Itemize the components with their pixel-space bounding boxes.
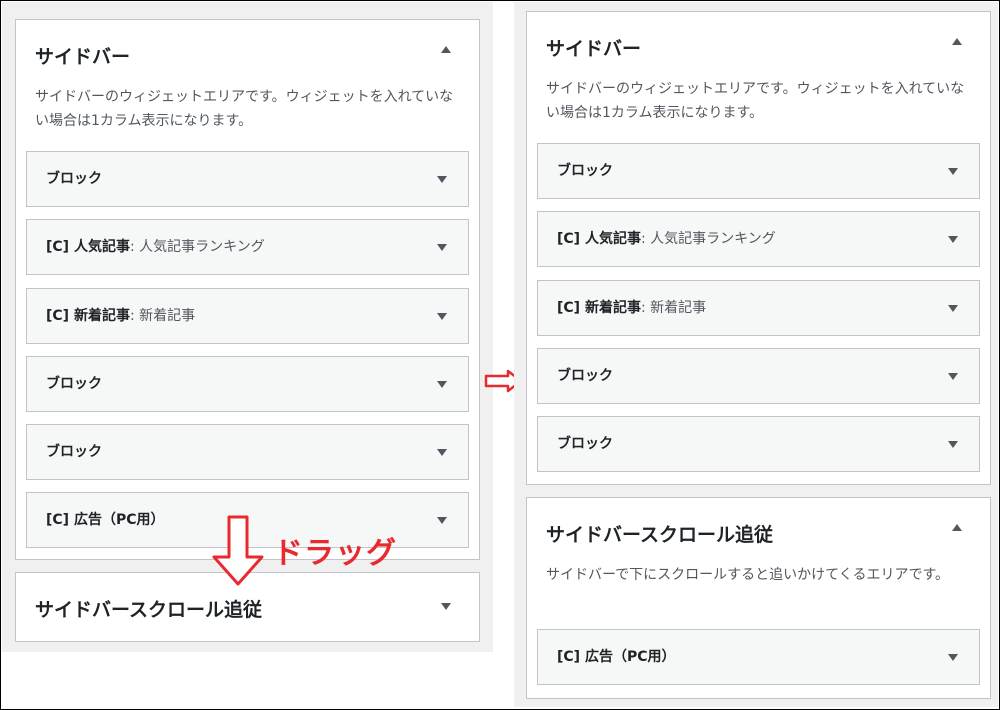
- scroll-follow-area-title[interactable]: サイドバースクロール追従: [35, 595, 262, 622]
- expand-icon[interactable]: [437, 313, 447, 320]
- expand-icon[interactable]: [437, 244, 447, 251]
- collapse-icon[interactable]: [952, 38, 962, 45]
- widget-title: [C] 新着記事: [557, 300, 641, 316]
- sidebar-area-description: サイドバーのウィジェットエリアです。ウィジェットを入れていない場合は1カラム表示…: [35, 89, 454, 129]
- sidebar-area-title[interactable]: サイドバー: [546, 34, 641, 61]
- widget-subtitle: : 新着記事: [129, 308, 196, 324]
- widget-subtitle: : 人気記事ランキング: [640, 231, 776, 247]
- sidebar-area: サイドバー サイドバーのウィジェットエリアです。ウィジェットを入れていない場合は…: [15, 19, 480, 560]
- widget-item[interactable]: [C] 新着記事: 新着記事: [537, 280, 980, 336]
- sidebar-area-title[interactable]: サイドバー: [35, 42, 130, 69]
- expand-icon[interactable]: [948, 236, 958, 243]
- scroll-follow-area-description: サイドバーで下にスクロールすると追いかけてくるエリアです。: [546, 567, 950, 583]
- widget-subtitle: : 人気記事ランキング: [129, 239, 265, 255]
- scroll-follow-area-title[interactable]: サイドバースクロール追従: [546, 520, 773, 547]
- widget-title: ブロック: [46, 444, 102, 460]
- drag-label: ドラッグ: [273, 536, 397, 571]
- widget-item[interactable]: ブロック: [537, 416, 980, 472]
- widget-title: [C] 人気記事: [46, 239, 130, 255]
- collapse-icon[interactable]: [952, 524, 962, 531]
- expand-icon[interactable]: [437, 517, 447, 524]
- after-panel: サイドバー サイドバーのウィジェットエリアです。ウィジェットを入れていない場合は…: [514, 2, 998, 707]
- widget-title: [C] 新着記事: [46, 308, 130, 324]
- expand-icon[interactable]: [437, 449, 447, 456]
- widget-title: [C] 広告（PC用）: [46, 512, 165, 528]
- expand-icon[interactable]: [441, 603, 451, 610]
- arrow-down-outline-icon: [212, 515, 264, 586]
- widget-item[interactable]: [C] 新着記事: 新着記事: [26, 288, 469, 344]
- widget-subtitle: : 新着記事: [640, 300, 707, 316]
- widget-title: [C] 人気記事: [557, 231, 641, 247]
- expand-icon[interactable]: [948, 373, 958, 380]
- widget-item[interactable]: ブロック: [26, 151, 469, 207]
- collapse-icon[interactable]: [441, 46, 451, 53]
- expand-icon[interactable]: [948, 168, 958, 175]
- widget-item[interactable]: [C] 広告（PC用）: [537, 629, 980, 685]
- widget-title: ブロック: [557, 436, 613, 452]
- widget-title: ブロック: [46, 376, 102, 392]
- widget-item[interactable]: [C] 人気記事: 人気記事ランキング: [537, 211, 980, 267]
- widget-item[interactable]: ブロック: [537, 143, 980, 199]
- widget-title: ブロック: [46, 171, 102, 187]
- sidebar-area-description: サイドバーのウィジェットエリアです。ウィジェットを入れていない場合は1カラム表示…: [546, 81, 965, 121]
- sidebar-area: サイドバー サイドバーのウィジェットエリアです。ウィジェットを入れていない場合は…: [526, 11, 991, 485]
- widget-item[interactable]: [C] 人気記事: 人気記事ランキング: [26, 219, 469, 275]
- expand-icon[interactable]: [437, 381, 447, 388]
- widget-title: ブロック: [557, 163, 613, 179]
- expand-icon[interactable]: [437, 176, 447, 183]
- widget-item[interactable]: ブロック: [26, 424, 469, 480]
- expand-icon[interactable]: [948, 654, 958, 661]
- widget-item[interactable]: ブロック: [26, 356, 469, 412]
- expand-icon[interactable]: [948, 441, 958, 448]
- widget-title: [C] 広告（PC用）: [557, 649, 676, 665]
- scroll-follow-area: サイドバースクロール追従 サイドバーで下にスクロールすると追いかけてくるエリアで…: [526, 497, 991, 699]
- widget-title: ブロック: [557, 368, 613, 384]
- expand-icon[interactable]: [948, 305, 958, 312]
- widget-item[interactable]: ブロック: [537, 348, 980, 404]
